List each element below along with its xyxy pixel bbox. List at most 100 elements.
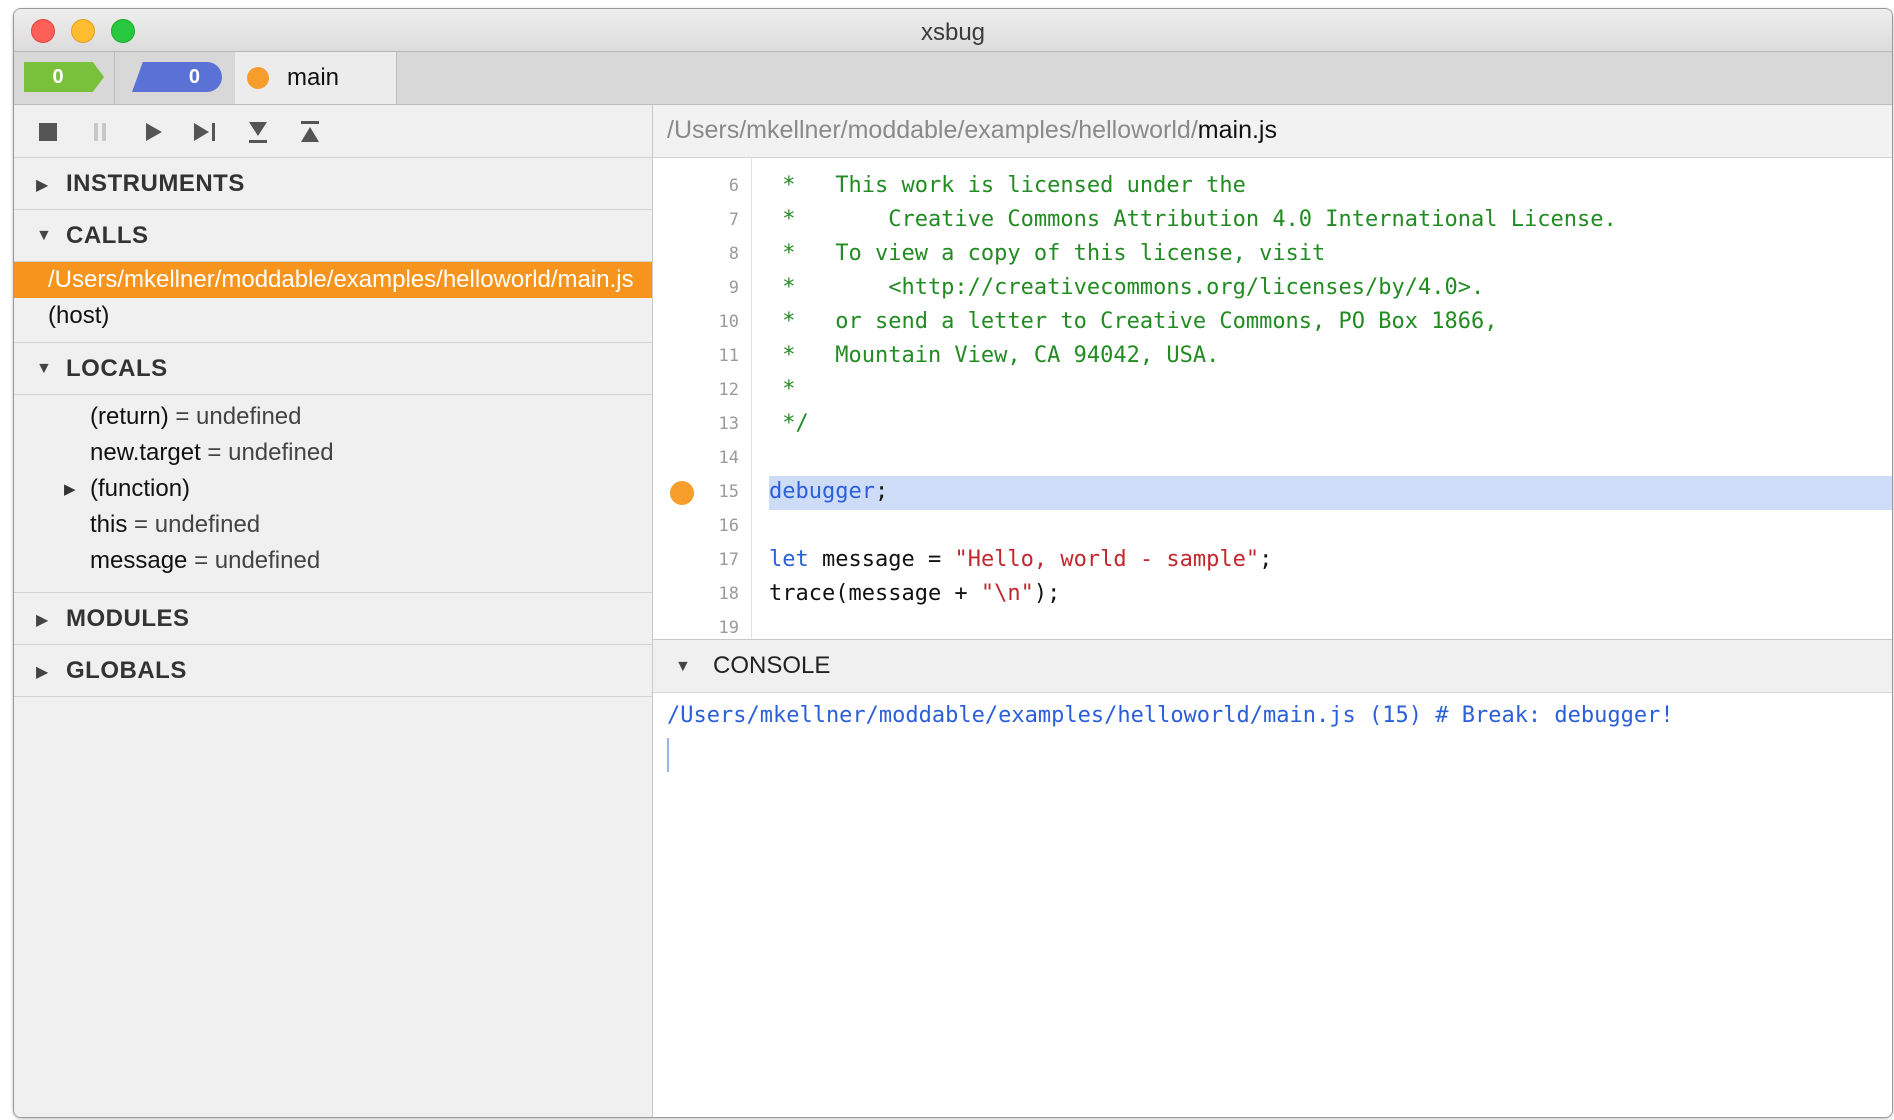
line-text: * This work is licensed under the (769, 173, 1246, 198)
code-line[interactable]: 19 (653, 612, 1892, 639)
line-text: * Mountain View, CA 94042, USA. (769, 343, 1220, 368)
step-out-icon[interactable] (294, 115, 326, 147)
call-frame-main[interactable]: /Users/mkellner/moddable/examples/hellow… (14, 262, 652, 298)
disclosure-right-icon: ▶ (36, 177, 49, 194)
line-number[interactable]: 9 (653, 278, 739, 298)
punctuation: ; (1259, 547, 1273, 572)
local-name: message (90, 547, 188, 574)
step-in-icon[interactable] (242, 115, 274, 147)
line-number[interactable]: 10 (653, 312, 739, 332)
window-title: xsbug (920, 19, 986, 46)
green-count-badge[interactable]: 0 (24, 62, 104, 92)
file-path-bar: /Users/mkellner/moddable/examples/hellow… (653, 105, 1892, 158)
line-text: * or send a letter to Creative Commons, … (769, 309, 1498, 334)
stop-icon[interactable] (32, 115, 64, 147)
blue-count-badge[interactable]: 0 (132, 62, 222, 92)
local-variable-row[interactable]: (return) = undefined (14, 399, 652, 435)
line-number[interactable]: 8 (653, 244, 739, 264)
line-number[interactable]: 12 (653, 380, 739, 400)
code-line[interactable]: 9 * <http://creativecommons.org/licenses… (653, 272, 1892, 306)
debug-toolbar (14, 105, 652, 158)
code-line[interactable]: 5 * (653, 158, 1892, 170)
modules-label: MODULES (66, 605, 190, 632)
local-value: undefined (214, 547, 321, 574)
disclosure-right-icon: ▶ (36, 612, 49, 629)
globals-label: GLOBALS (66, 657, 187, 684)
code-line[interactable]: 18 trace(message + "\n"); (653, 578, 1892, 612)
editor-pane: /Users/mkellner/moddable/examples/hellow… (653, 105, 1892, 1117)
line-number[interactable]: 14 (653, 448, 739, 468)
machine-tab-bar: 0 0 main (14, 52, 1892, 105)
local-value: undefined (196, 403, 302, 430)
string-literal: "Hello, world - sample" (954, 547, 1260, 572)
local-name: (function) (90, 475, 191, 502)
local-name: this (90, 511, 128, 538)
line-number[interactable]: 19 (653, 618, 739, 638)
modules-section[interactable]: ▶ MODULES (14, 593, 652, 645)
locals-section[interactable]: ▼ LOCALS (14, 343, 652, 395)
local-variable-row[interactable]: this = undefined (14, 507, 652, 543)
disclosure-right-icon: ▶ (36, 664, 49, 681)
code-line[interactable]: 16 (653, 510, 1892, 544)
console-header[interactable]: ▼ CONSOLE (653, 639, 1892, 693)
line-number[interactable]: 5 (653, 158, 739, 162)
current-line-highlight (769, 476, 1892, 510)
xsbug-window: xsbug 0 0 main ▶ INSTRUMENTS ▼ CALLS /Us… (13, 8, 1893, 1118)
line-number[interactable]: 11 (653, 346, 739, 366)
local-variable-row[interactable]: new.target = undefined (14, 435, 652, 471)
code-line[interactable]: 13 */ (653, 408, 1892, 442)
line-number[interactable]: 6 (653, 176, 739, 196)
instruments-section[interactable]: ▶ INSTRUMENTS (14, 158, 652, 210)
local-variable-row[interactable]: ▶ (function) (14, 471, 652, 507)
console-output-line[interactable]: /Users/mkellner/moddable/examples/hellow… (667, 703, 1674, 728)
tab-divider (114, 52, 115, 104)
code-line[interactable]: 10 * or send a letter to Creative Common… (653, 306, 1892, 340)
code-line[interactable]: 6 * This work is licensed under the (653, 170, 1892, 204)
line-text: * To view a copy of this license, visit (769, 241, 1326, 266)
run-icon[interactable] (137, 115, 169, 147)
line-number[interactable]: 7 (653, 210, 739, 230)
locals-label: LOCALS (66, 355, 168, 382)
file-directory: /Users/mkellner/moddable/examples/hellow… (667, 116, 1198, 144)
line-number[interactable]: 18 (653, 584, 739, 604)
disclosure-down-icon: ▼ (36, 360, 52, 377)
code-line[interactable]: 17 let message = "Hello, world - sample"… (653, 544, 1892, 578)
code-line-current[interactable]: 15 debugger; (653, 476, 1892, 510)
globals-section[interactable]: ▶ GLOBALS (14, 645, 652, 697)
pause-icon[interactable] (84, 115, 116, 147)
calls-label: CALLS (66, 222, 149, 249)
call-frame-label: /Users/mkellner/moddable/examples/hellow… (48, 266, 634, 293)
instruments-label: INSTRUMENTS (66, 170, 245, 197)
local-value: undefined (228, 439, 334, 466)
line-text: * <http://creativecommons.org/licenses/b… (769, 275, 1485, 300)
code-line[interactable]: 11 * Mountain View, CA 94042, USA. (653, 340, 1892, 374)
code-text: message = (808, 547, 955, 572)
disclosure-down-icon: ▼ (675, 658, 691, 675)
line-text: */ (769, 411, 809, 436)
calls-section[interactable]: ▼ CALLS (14, 210, 652, 262)
code-line[interactable]: 7 * Creative Commons Attribution 4.0 Int… (653, 204, 1892, 238)
step-icon[interactable] (189, 115, 221, 147)
call-frame-host[interactable]: (host) (14, 298, 652, 343)
code-view[interactable]: 5 * 6 * This work is licensed under the … (653, 158, 1892, 639)
keyword: let (769, 547, 809, 572)
punctuation: ; (874, 479, 889, 504)
console-input-caret[interactable] (667, 738, 669, 772)
code-line[interactable]: 14 (653, 442, 1892, 476)
local-value: undefined (154, 511, 261, 538)
tab-main-label: main (287, 64, 340, 91)
tab-main[interactable]: main (235, 52, 397, 104)
code-line[interactable]: 12 * (653, 374, 1892, 408)
line-number[interactable]: 17 (653, 550, 739, 570)
line-number[interactable]: 15 (653, 482, 739, 502)
expand-arrow-icon[interactable]: ▶ (64, 480, 76, 498)
console-label: CONSOLE (713, 652, 831, 679)
code-line[interactable]: 8 * To view a copy of this license, visi… (653, 238, 1892, 272)
code-text: trace(message + (769, 581, 981, 606)
line-number[interactable]: 13 (653, 414, 739, 434)
local-variable-row[interactable]: message = undefined (14, 543, 652, 593)
line-number[interactable]: 16 (653, 516, 739, 536)
machine-status-icon (247, 67, 269, 89)
line-text: * Creative Commons Attribution 4.0 Inter… (769, 207, 1617, 232)
file-name: main.js (1197, 116, 1277, 144)
